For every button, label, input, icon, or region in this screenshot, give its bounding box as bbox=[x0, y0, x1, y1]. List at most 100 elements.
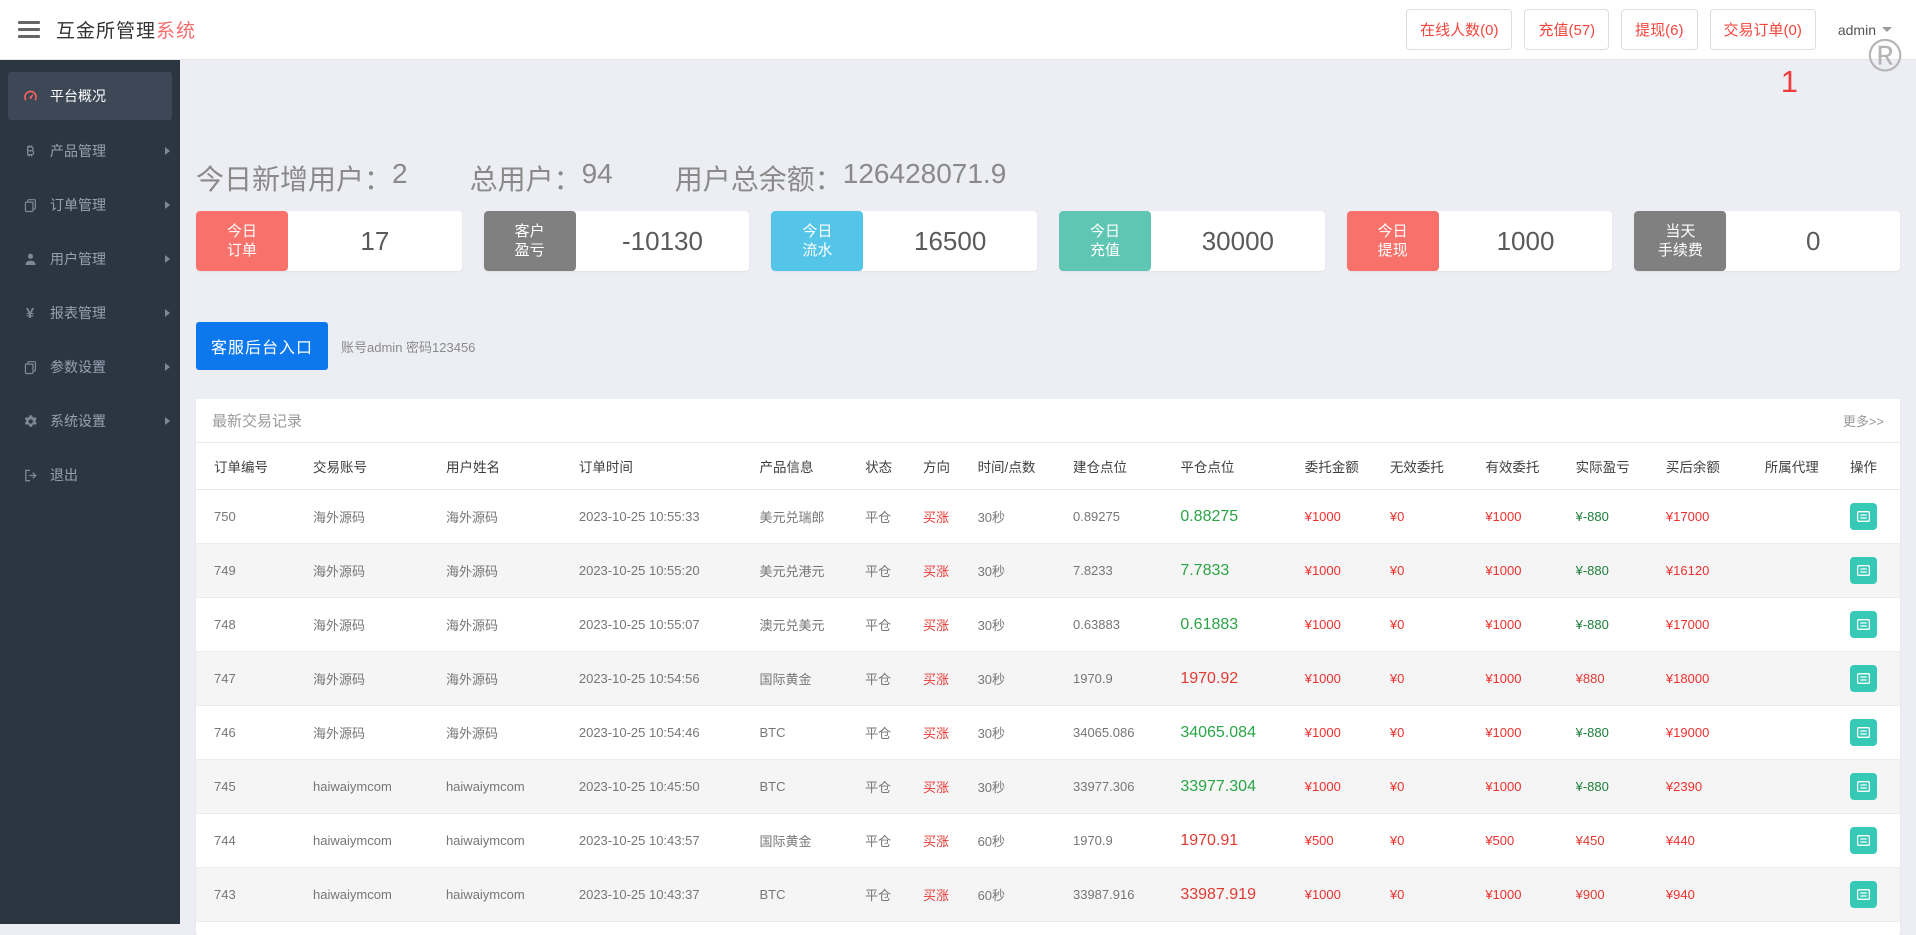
cell-order-amount: ¥1000 bbox=[1297, 706, 1382, 760]
cell-valid-amount: ¥1000 bbox=[1477, 598, 1567, 652]
yen-icon: ¥ bbox=[20, 305, 40, 322]
cell-actual-pnl: ¥450 bbox=[1568, 814, 1658, 868]
order-detail-button[interactable] bbox=[1850, 881, 1877, 908]
cell-duration: 30秒 bbox=[970, 652, 1065, 706]
card-today-deposits: 今日充值 30000 bbox=[1059, 211, 1325, 271]
cell-close-point: 34065.084 bbox=[1172, 706, 1296, 760]
cell-product-info: BTC bbox=[751, 706, 857, 760]
cell-valid-amount: ¥1000 bbox=[1477, 490, 1567, 544]
table-row: 748 海外源码 海外源码 2023-10-25 10:55:07 澳元兑美元 … bbox=[196, 598, 1900, 652]
order-detail-button[interactable] bbox=[1850, 827, 1877, 854]
cell-product-info: BTC bbox=[751, 868, 857, 922]
cell-status: 平仓 bbox=[857, 868, 915, 922]
menu-toggle-icon[interactable] bbox=[18, 21, 40, 38]
cell-agent bbox=[1757, 760, 1842, 814]
recharge-button[interactable]: 充值(57) bbox=[1524, 9, 1609, 50]
cell-duration: 60秒 bbox=[970, 868, 1065, 922]
card-value: -10130 bbox=[576, 211, 750, 271]
withdraw-button[interactable]: 提现(6) bbox=[1621, 9, 1697, 50]
cell-close-point: 1970.92 bbox=[1172, 652, 1296, 706]
col-status: 状态 bbox=[857, 443, 915, 490]
order-detail-button[interactable] bbox=[1850, 557, 1877, 584]
card-label: 今日流水 bbox=[771, 211, 863, 271]
cell-product-info: 国际黄金 bbox=[751, 814, 857, 868]
cell-trade-account: haiwaiymcom bbox=[305, 814, 438, 868]
customer-service-backend-button[interactable]: 客服后台入口 bbox=[196, 322, 328, 370]
col-order-time: 订单时间 bbox=[571, 443, 752, 490]
cell-agent bbox=[1757, 868, 1842, 922]
sidebar-item-parameter-settings[interactable]: 参数设置 bbox=[0, 340, 180, 394]
cell-actions bbox=[1842, 544, 1900, 598]
trade-orders-button[interactable]: 交易订单(0) bbox=[1710, 9, 1816, 50]
order-detail-button[interactable] bbox=[1850, 611, 1877, 638]
cell-valid-amount: ¥1000 bbox=[1477, 652, 1567, 706]
col-close-point: 平仓点位 bbox=[1172, 443, 1296, 490]
chevron-right-icon bbox=[165, 363, 170, 371]
sidebar-item-platform-overview[interactable]: 平台概况 bbox=[8, 72, 172, 120]
cell-balance-after: ¥16120 bbox=[1658, 544, 1757, 598]
cell-actual-pnl: ¥-880 bbox=[1568, 598, 1658, 652]
cell-valid-amount: ¥1000 bbox=[1477, 760, 1567, 814]
cell-duration: 30秒 bbox=[970, 760, 1065, 814]
sidebar-item-order-management[interactable]: 订单管理 bbox=[0, 178, 180, 232]
cell-order-time: 2023-10-25 10:55:07 bbox=[571, 598, 752, 652]
app-title-accent: 系统 bbox=[156, 21, 196, 42]
cell-actual-pnl: ¥880 bbox=[1568, 652, 1658, 706]
card-today-turnover: 今日流水 16500 bbox=[771, 211, 1037, 271]
cell-order-id: 746 bbox=[196, 706, 305, 760]
cell-balance-after: ¥19000 bbox=[1658, 706, 1757, 760]
cell-agent bbox=[1757, 706, 1842, 760]
cell-agent bbox=[1757, 598, 1842, 652]
sidebar-item-report-management[interactable]: ¥ 报表管理 bbox=[0, 286, 180, 340]
sidebar-item-label: 退出 bbox=[50, 465, 78, 485]
cell-invalid-amount: ¥0 bbox=[1382, 814, 1477, 868]
cell-actions bbox=[1842, 652, 1900, 706]
cell-balance-after: ¥18000 bbox=[1658, 652, 1757, 706]
dashboard-gauge-icon bbox=[20, 88, 40, 105]
sidebar-item-user-management[interactable]: 用户管理 bbox=[0, 232, 180, 286]
cell-actions bbox=[1842, 760, 1900, 814]
sidebar-item-label: 平台概况 bbox=[50, 86, 106, 106]
cell-invalid-amount: ¥0 bbox=[1382, 706, 1477, 760]
more-link[interactable]: 更多>> bbox=[1843, 411, 1884, 430]
card-customer-pnl: 客户盈亏 -10130 bbox=[484, 211, 750, 271]
sidebar-item-product-management[interactable]: 产品管理 bbox=[0, 124, 180, 178]
order-detail-button[interactable] bbox=[1850, 773, 1877, 800]
cell-order-time: 2023-10-25 10:43:37 bbox=[571, 868, 752, 922]
cell-trade-account: 海外源码 bbox=[305, 490, 438, 544]
cell-duration: 60秒 bbox=[970, 814, 1065, 868]
cell-actual-pnl: ¥-880 bbox=[1568, 760, 1658, 814]
cell-order-amount: ¥1000 bbox=[1297, 868, 1382, 922]
sidebar-item-logout[interactable]: 退出 bbox=[0, 448, 180, 502]
chevron-right-icon bbox=[165, 309, 170, 317]
col-order-id: 订单编号 bbox=[196, 443, 305, 490]
cell-order-time: 2023-10-25 10:43:57 bbox=[571, 814, 752, 868]
cell-direction: 买涨 bbox=[915, 706, 970, 760]
col-actual-pnl: 实际盈亏 bbox=[1568, 443, 1658, 490]
table-row: 744 haiwaiymcom haiwaiymcom 2023-10-25 1… bbox=[196, 814, 1900, 868]
stat-total-users: 总用户： 94 bbox=[470, 158, 613, 198]
cell-direction: 买涨 bbox=[915, 760, 970, 814]
col-product-info: 产品信息 bbox=[751, 443, 857, 490]
sidebar-item-label: 产品管理 bbox=[50, 141, 106, 161]
order-detail-button[interactable] bbox=[1850, 665, 1877, 692]
transactions-table: 订单编号 交易账号 用户姓名 订单时间 产品信息 状态 方向 时间/点数 建仓点… bbox=[196, 443, 1900, 935]
sidebar-item-system-settings[interactable]: 系统设置 bbox=[0, 394, 180, 448]
order-detail-button[interactable] bbox=[1850, 503, 1877, 530]
chevron-right-icon bbox=[165, 417, 170, 425]
col-valid-amount: 有效委托 bbox=[1477, 443, 1567, 490]
cell-invalid-amount: ¥0 bbox=[1382, 544, 1477, 598]
cell-status: 平仓 bbox=[857, 490, 915, 544]
order-detail-button[interactable] bbox=[1850, 719, 1877, 746]
cell-balance-after: ¥440 bbox=[1658, 814, 1757, 868]
col-order-amount: 委托金额 bbox=[1297, 443, 1382, 490]
cell-close-point: 1970.91 bbox=[1172, 814, 1296, 868]
service-row: 客服后台入口 账号admin 密码123456 bbox=[196, 322, 1900, 370]
cell-close-point: 0.88275 bbox=[1172, 490, 1296, 544]
cell-order-amount: ¥1000 bbox=[1297, 598, 1382, 652]
online-users-button[interactable]: 在线人数(0) bbox=[1406, 9, 1512, 50]
panel-header: 最新交易记录 更多>> bbox=[196, 399, 1900, 443]
documents-icon bbox=[20, 360, 40, 375]
sidebar-item-label: 系统设置 bbox=[50, 411, 106, 431]
cell-invalid-amount: ¥0 bbox=[1382, 868, 1477, 922]
